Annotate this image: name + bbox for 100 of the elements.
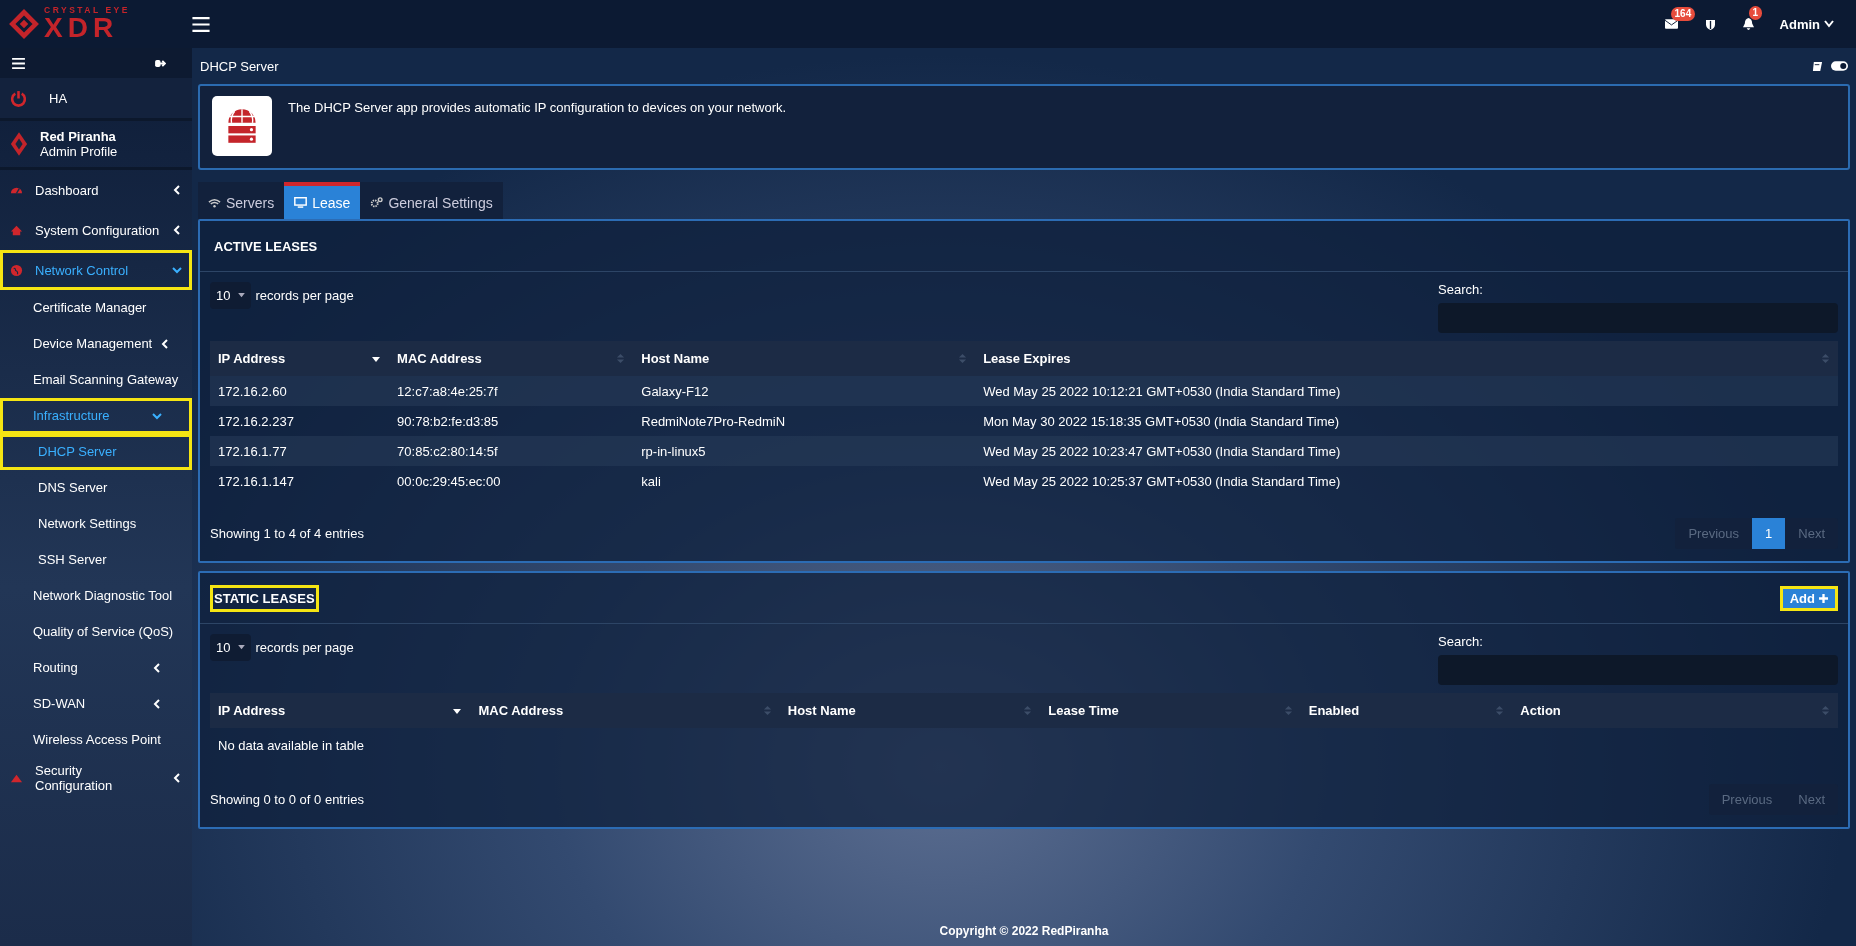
column-header[interactable]: IP Address [210,693,471,728]
sort-icon [958,353,968,364]
search-field[interactable] [1438,655,1838,685]
plus-icon [1819,593,1828,603]
sidebar-item[interactable]: SD-WAN [0,686,192,722]
column-header[interactable]: Enabled [1300,693,1513,728]
app-icon [212,96,272,156]
entries-info: Showing 0 to 0 of 0 entries [210,792,364,807]
sidebar-item[interactable]: Infrastructure [0,398,192,434]
column-header[interactable]: MAC Address [389,341,634,376]
book-icon[interactable] [1812,60,1823,72]
table-cell: 12:c7:a8:4e:25:7f [389,376,634,406]
sort-icon [1023,705,1033,716]
sidebar-item[interactable]: SSH Server [0,542,192,578]
sidebar-item[interactable]: Network Diagnostic Tool [0,578,192,614]
logo-title: XDR [44,14,119,43]
sidebar-item[interactable]: Network Settings [0,506,192,542]
column-header[interactable]: MAC Address [470,693,780,728]
profile-name: Red Piranha [40,129,117,144]
table-cell: 70:85:c2:80:14:5f [389,436,634,466]
page-size-select[interactable]: 10 [210,282,252,309]
diamond-logo-icon [10,131,28,157]
section-title: ACTIVE LEASES [213,237,319,256]
logo-subtitle: CRYSTAL EYE [44,5,130,15]
page-title: DHCP Server [200,58,279,74]
home-icon [10,223,23,237]
table-cell: 172.16.1.77 [210,436,390,466]
column-header[interactable]: Lease Time [1040,693,1301,728]
sidebar-item[interactable]: System Configuration [0,210,192,250]
column-header[interactable]: Lease Expires [975,341,1838,376]
ha-label[interactable]: HA [49,90,68,106]
profile-role: Admin Profile [40,144,118,159]
table-cell: Wed May 25 2022 10:25:37 GMT+0530 (India Standard Time) [975,466,1838,496]
table-cell: 172.16.2.237 [210,406,390,436]
table-cell: 00:0c:29:45:ec:00 [389,466,634,496]
toggle-icon[interactable] [1831,61,1848,71]
search-label: Search: [1438,282,1484,297]
chevron-left-icon [172,185,182,195]
diamond-logo-icon [8,7,40,41]
pagination-button[interactable]: 1 [1752,518,1786,549]
sidebar-item[interactable]: DHCP Server [0,434,192,470]
table-cell: 172.16.2.60 [210,376,390,406]
records-per-page-label: records per page [255,640,354,655]
table-cell: 172.16.1.147 [210,466,390,496]
sort-icon [616,353,626,364]
notification-badge: 1 [1748,6,1763,20]
table-cell: Wed May 25 2022 10:12:21 GMT+0530 (India Standard Time) [975,376,1838,406]
notification-badge: 164 [1670,7,1696,21]
gears-icon [370,197,384,208]
search-label: Search: [1438,634,1484,649]
sidebar-item[interactable]: Wireless Access Point [0,722,192,758]
sort-icon [762,705,772,716]
menu-icon[interactable] [192,16,210,32]
sidebar-item[interactable]: Dashboard [0,170,192,210]
add-button[interactable]: Add [1779,585,1838,611]
table-cell: 90:78:b2:fe:d3:85 [389,406,634,436]
sidebar-item[interactable]: Certificate Manager [0,290,192,326]
column-header[interactable]: IP Address [210,341,390,376]
table-cell: rp-in-linux5 [633,436,976,466]
column-header[interactable]: Host Name [779,693,1041,728]
chevron-down-icon [152,411,162,421]
chevron-left-icon [160,339,171,349]
records-per-page-label: records per page [255,288,354,303]
sidebar-item[interactable]: Routing [0,650,192,686]
table-cell: Mon May 30 2022 15:18:35 GMT+0530 (India Standard Time) [975,406,1838,436]
chevron-down-icon [1824,20,1834,28]
search-field[interactable] [1438,303,1838,333]
section-title: STATIC LEASES [210,584,319,612]
sidebar-item[interactable]: Security Configuration [0,758,192,798]
mail-icon[interactable] [1664,19,1678,29]
sidebar-item[interactable]: Device Management [0,326,192,362]
user-menu[interactable]: Admin [1779,16,1834,32]
sidebar-item[interactable]: DNS Server [0,470,192,506]
bell-icon[interactable] [1742,18,1754,30]
table-cell: RedmiNote7Pro-RedmiN [633,406,976,436]
tab[interactable]: Lease [284,182,361,219]
page-size-select[interactable]: 10 [210,634,252,661]
table-cell: kali [633,466,976,496]
caret-down-icon [238,645,246,650]
power-icon [10,89,27,107]
shield-icon[interactable] [1705,18,1715,30]
sort-icon [1495,705,1505,716]
menu-icon[interactable] [12,57,25,69]
tab[interactable]: Servers [198,182,285,219]
empty-table-message: No data available in table [218,737,364,753]
sign-out-icon[interactable] [155,58,166,68]
column-header[interactable]: Host Name [633,341,976,376]
table-cell: Wed May 25 2022 10:23:47 GMT+0530 (India Standard Time) [975,436,1838,466]
entries-info: Showing 1 to 4 of 4 entries [210,526,364,541]
chevron-down-icon [172,265,182,275]
sidebar-item[interactable]: Quality of Service (QoS) [0,614,192,650]
sidebar-item[interactable]: Network Control [0,250,192,290]
sort-icon [1821,353,1830,364]
sidebar-item[interactable]: Email Scanning Gateway [0,362,192,398]
globe-icon [10,263,23,277]
table-cell: Galaxy-F12 [633,376,976,406]
column-header[interactable]: Action [1512,693,1838,728]
sort-icon [1283,705,1293,716]
tab[interactable]: General Settings [360,182,503,219]
monitor-icon [294,197,308,208]
